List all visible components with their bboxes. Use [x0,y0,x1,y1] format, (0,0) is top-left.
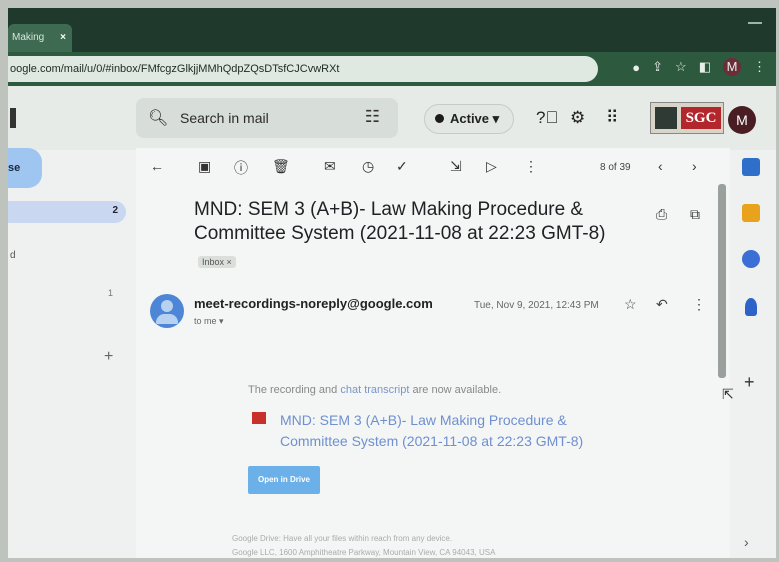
report-spam-icon[interactable]: ⓘ [234,158,248,178]
email-view: ← ▣ ⓘ 🗑︎ ✉ ◷ ✓ ⇲ ▷ ⋮ 8 of 39 ‹ › MND: SE… [136,148,730,558]
search-icon[interactable]: 🔍︎ [148,108,168,128]
sidebar-count: 1 [108,288,114,298]
browser-tab-strip: Making × [8,8,776,52]
logo-emblem-icon [655,107,677,129]
logo-text: SGC [681,107,721,129]
tab-title: Making [12,32,45,43]
status-dropdown[interactable]: Active ▾ [424,104,514,134]
scrollbar[interactable] [718,184,726,378]
address-bar: oogle.com/mail/u/0/#inbox/FMfcgzGlkjjMMh… [8,52,776,86]
open-in-drive-button[interactable]: Open in Drive [248,466,320,494]
browser-tab[interactable]: Making × [8,24,72,52]
email-subject: MND: SEM 3 (A+B)- Law Making Procedure &… [194,199,606,244]
mouse-cursor-icon: ⇱ [722,386,734,402]
search-options-icon[interactable]: ☷ [365,107,380,127]
inbox-count: 2 [112,205,118,216]
add-task-icon[interactable]: ✓ [396,158,408,175]
screen: Making × oogle.com/mail/u/0/#inbox/FMfcg… [8,8,776,558]
snooze-icon[interactable]: ◷ [362,158,374,175]
open-new-window-icon[interactable]: ⧉ [690,206,700,223]
keep-icon[interactable] [742,204,760,222]
sender-avatar [150,294,184,328]
email-footer-line1: Google Drive: Have all your files within… [232,534,453,543]
more-icon[interactable]: ⋮ [524,158,538,175]
older-chevron-icon[interactable]: › [692,158,697,174]
bookmark-star-icon[interactable]: ☆ [675,59,687,75]
profile-avatar[interactable]: M [723,58,741,76]
mark-unread-icon[interactable]: ✉ [324,158,336,175]
help-icon[interactable]: ?⃝ [536,108,558,128]
browser-menu-icon[interactable]: ⋮ [753,59,766,75]
recording-link[interactable]: MND: SEM 3 (A+B)- Law Making Procedure &… [280,410,620,452]
url-field[interactable]: oogle.com/mail/u/0/#inbox/FMfcgzGlkjjMMh… [8,56,598,82]
share-icon[interactable]: ⇪ [652,59,663,75]
print-icon[interactable]: ⎙ [656,206,667,223]
message-more-icon[interactable]: ⋮ [692,296,706,313]
pagination-text: 8 of 39 [600,162,631,173]
person-body-icon [156,314,178,324]
email-footer-line2: Google LLC, 1600 Amphitheatre Parkway, M… [232,548,496,557]
minimize-icon[interactable] [748,22,762,24]
sidebar-item-label-fragment[interactable]: d [10,250,16,261]
organization-logo[interactable]: SGC [650,102,724,134]
sidebar-item-inbox[interactable]: 2 [8,201,126,223]
email-body-text: The recording and chat transcript are no… [248,384,501,396]
search-bar[interactable]: 🔍︎ Search in mail ☷ [136,98,398,138]
tasks-icon[interactable] [742,250,760,268]
email-date: Tue, Nov 9, 2021, 12:43 PM [474,300,599,311]
get-addons-button[interactable]: + [744,372,755,393]
body-prefix: The recording and [248,384,341,396]
compose-button[interactable]: se [8,148,42,188]
chat-transcript-link[interactable]: chat transcript [340,384,409,396]
recipient-dropdown[interactable]: to me ▾ [194,316,224,327]
settings-gear-icon[interactable]: ⚙ [570,108,585,128]
sidepanel-icon[interactable]: ◧ [699,59,711,75]
extension-icon[interactable]: ● [632,60,640,75]
tab-close-icon[interactable]: × [60,24,66,52]
sender-address[interactable]: meet-recordings-noreply@google.com [194,296,433,311]
star-icon[interactable]: ☆ [624,296,637,313]
apps-grid-icon[interactable]: ⠿ [606,108,618,128]
archive-icon[interactable]: ▣ [198,158,211,175]
inbox-label-chip[interactable]: Inbox × [198,256,236,268]
expand-panel-icon[interactable]: › [744,534,749,550]
video-file-icon [252,412,266,424]
delete-icon[interactable]: 🗑︎ [272,158,290,175]
reply-icon[interactable]: ↶ [656,296,668,313]
gmail-header: 🔍︎ Search in mail ☷ Active ▾ ?⃝ ⚙ ⠿ SGC … [8,86,776,150]
address-bar-icons: ● ⇪ ☆ ◧ M ⋮ [632,58,766,76]
move-to-icon[interactable]: ⇲ [450,158,462,175]
body-suffix: are now available. [409,384,502,396]
newer-chevron-icon[interactable]: ‹ [658,158,663,174]
add-label-button[interactable]: + [104,348,113,366]
search-input[interactable]: Search in mail [180,110,269,126]
calendar-icon[interactable] [742,158,760,176]
contacts-icon[interactable] [745,298,757,316]
back-arrow-icon[interactable]: ← [150,158,164,174]
status-label: Active [450,111,490,126]
chevron-down-icon: ▾ [492,111,500,126]
person-head-icon [161,300,173,312]
gmail-logo[interactable] [10,108,16,128]
account-avatar[interactable]: M [728,106,756,134]
status-dot-icon [435,114,444,123]
email-toolbar: ← ▣ ⓘ 🗑︎ ✉ ◷ ✓ ⇲ ▷ ⋮ 8 of 39 ‹ › [136,148,730,186]
label-icon[interactable]: ▷ [486,158,497,175]
